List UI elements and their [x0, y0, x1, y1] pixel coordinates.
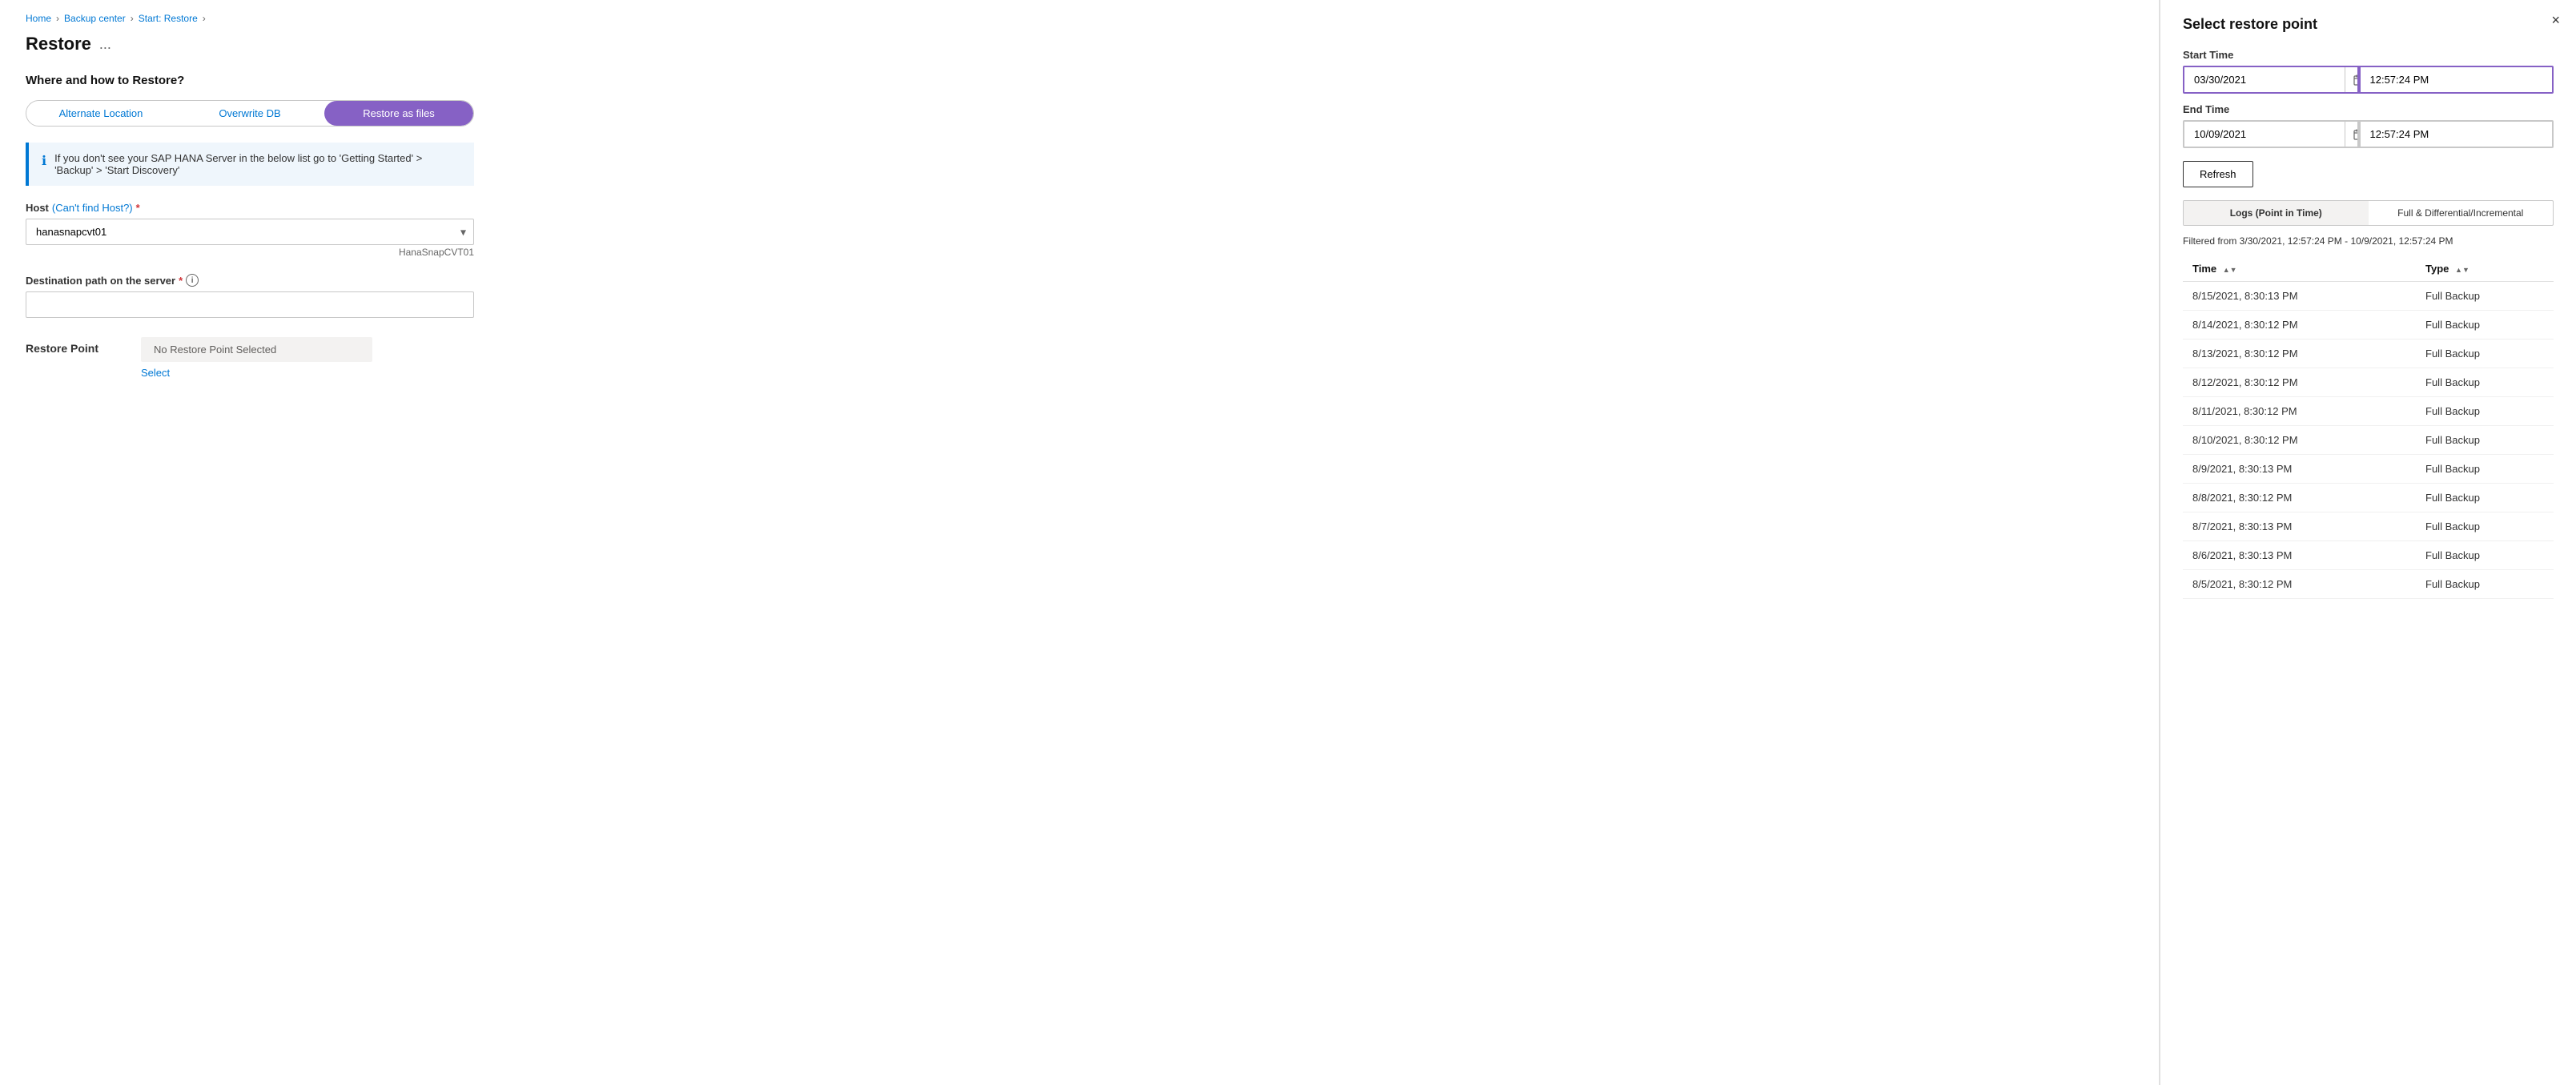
destination-field-group: Destination path on the server * i — [26, 274, 474, 318]
table-row[interactable]: 8/10/2021, 8:30:12 PMFull Backup — [2183, 426, 2554, 455]
row-type: Full Backup — [2416, 484, 2554, 512]
restore-point-display: No Restore Point Selected — [141, 337, 372, 362]
end-time-label: End Time — [2183, 103, 2554, 115]
table-row[interactable]: 8/7/2021, 8:30:13 PMFull Backup — [2183, 512, 2554, 541]
row-time: 8/9/2021, 8:30:13 PM — [2183, 455, 2416, 484]
start-date-wrapper — [2183, 66, 2359, 94]
breadcrumb-start-restore[interactable]: Start: Restore — [139, 13, 198, 24]
start-time-input[interactable] — [2359, 66, 2554, 94]
breadcrumb: Home › Backup center › Start: Restore › — [26, 13, 2133, 24]
restore-point-label: Restore Point — [26, 337, 122, 355]
end-date-input[interactable] — [2184, 122, 2345, 147]
table-header-row: Time ▲▼ Type ▲▼ — [2183, 256, 2554, 282]
row-time: 8/8/2021, 8:30:12 PM — [2183, 484, 2416, 512]
table-row[interactable]: 8/14/2021, 8:30:12 PMFull Backup — [2183, 311, 2554, 340]
tab-overwrite-db[interactable]: Overwrite DB — [175, 101, 324, 126]
end-time-row: End Time — [2183, 103, 2554, 148]
table-row[interactable]: 8/9/2021, 8:30:13 PMFull Backup — [2183, 455, 2554, 484]
right-panel-title: Select restore point — [2183, 16, 2554, 33]
row-time: 8/7/2021, 8:30:13 PM — [2183, 512, 2416, 541]
cant-find-host-link[interactable]: (Can't find Host?) — [52, 202, 133, 214]
table-row[interactable]: 8/11/2021, 8:30:12 PMFull Backup — [2183, 397, 2554, 426]
row-type: Full Backup — [2416, 340, 2554, 368]
refresh-button[interactable]: Refresh — [2183, 161, 2253, 187]
end-calendar-icon[interactable] — [2345, 122, 2359, 147]
destination-field-label: Destination path on the server * i — [26, 274, 474, 287]
table-row[interactable]: 8/15/2021, 8:30:13 PMFull Backup — [2183, 282, 2554, 311]
breadcrumb-backup-center[interactable]: Backup center — [64, 13, 126, 24]
row-type: Full Backup — [2416, 311, 2554, 340]
table-row[interactable]: 8/8/2021, 8:30:12 PMFull Backup — [2183, 484, 2554, 512]
row-type: Full Backup — [2416, 512, 2554, 541]
row-type: Full Backup — [2416, 426, 2554, 455]
time-fields: Start Time End Time — [2183, 49, 2554, 148]
right-panel: Select restore point × Start Time — [2160, 0, 2576, 1085]
info-box: ℹ If you don't see your SAP HANA Server … — [26, 143, 474, 186]
restore-point-value: No Restore Point Selected Select — [141, 337, 372, 379]
row-type: Full Backup — [2416, 282, 2554, 311]
filter-text: Filtered from 3/30/2021, 12:57:24 PM - 1… — [2183, 235, 2554, 247]
row-time: 8/10/2021, 8:30:12 PM — [2183, 426, 2416, 455]
table-row[interactable]: 8/5/2021, 8:30:12 PMFull Backup — [2183, 570, 2554, 599]
row-time: 8/13/2021, 8:30:12 PM — [2183, 340, 2416, 368]
start-date-input[interactable] — [2184, 67, 2345, 92]
table-row[interactable]: 8/6/2021, 8:30:13 PMFull Backup — [2183, 541, 2554, 570]
restore-points-table: Time ▲▼ Type ▲▼ 8/15/2021, 8:30:13 PMFul… — [2183, 256, 2554, 599]
row-time: 8/12/2021, 8:30:12 PM — [2183, 368, 2416, 397]
page-title: Restore — [26, 34, 91, 54]
section-title: Where and how to Restore? — [26, 74, 2133, 87]
start-time-inputs — [2183, 66, 2554, 94]
time-sort-icon: ▲▼ — [2223, 266, 2237, 274]
start-time-row: Start Time — [2183, 49, 2554, 94]
type-sort-icon: ▲▼ — [2455, 266, 2470, 274]
end-date-wrapper — [2183, 120, 2359, 148]
end-time-input[interactable] — [2359, 120, 2554, 148]
row-time: 8/11/2021, 8:30:12 PM — [2183, 397, 2416, 426]
host-required-star: * — [136, 202, 140, 214]
row-type: Full Backup — [2416, 455, 2554, 484]
destination-info-icon[interactable]: i — [186, 274, 199, 287]
close-button[interactable]: × — [2551, 13, 2560, 27]
row-time: 8/14/2021, 8:30:12 PM — [2183, 311, 2416, 340]
end-time-inputs — [2183, 120, 2554, 148]
row-type: Full Backup — [2416, 570, 2554, 599]
host-select-wrapper: hanasnapcvt01 ▾ — [26, 219, 474, 245]
info-icon: ℹ — [42, 153, 46, 176]
restore-point-section: Restore Point No Restore Point Selected … — [26, 337, 2133, 379]
left-panel: Home › Backup center › Start: Restore › … — [0, 0, 2160, 1085]
host-select[interactable]: hanasnapcvt01 — [26, 219, 474, 245]
tab-restore-as-files[interactable]: Restore as files — [324, 101, 473, 126]
col-type[interactable]: Type ▲▼ — [2416, 256, 2554, 282]
host-field-group: Host (Can't find Host?) * hanasnapcvt01 … — [26, 202, 474, 258]
tab-alternate-location[interactable]: Alternate Location — [26, 101, 175, 126]
more-options-button[interactable]: ... — [99, 36, 111, 53]
start-calendar-icon[interactable] — [2345, 67, 2359, 92]
host-field-label: Host (Can't find Host?) * — [26, 202, 474, 214]
row-time: 8/5/2021, 8:30:12 PM — [2183, 570, 2416, 599]
info-box-text: If you don't see your SAP HANA Server in… — [54, 152, 461, 176]
destination-input[interactable] — [26, 291, 474, 318]
row-time: 8/15/2021, 8:30:13 PM — [2183, 282, 2416, 311]
restore-point-select-link[interactable]: Select — [141, 367, 372, 379]
restore-point-type-tabs: Logs (Point in Time) Full & Differential… — [2183, 200, 2554, 226]
tab-logs-point-in-time[interactable]: Logs (Point in Time) — [2184, 201, 2369, 225]
row-type: Full Backup — [2416, 368, 2554, 397]
breadcrumb-home[interactable]: Home — [26, 13, 51, 24]
restore-type-tabs: Alternate Location Overwrite DB Restore … — [26, 100, 474, 127]
page-title-row: Restore ... — [26, 34, 2133, 54]
table-row[interactable]: 8/13/2021, 8:30:12 PMFull Backup — [2183, 340, 2554, 368]
host-hint: HanaSnapCVT01 — [26, 247, 474, 258]
col-time[interactable]: Time ▲▼ — [2183, 256, 2416, 282]
row-type: Full Backup — [2416, 397, 2554, 426]
start-time-label: Start Time — [2183, 49, 2554, 61]
row-time: 8/6/2021, 8:30:13 PM — [2183, 541, 2416, 570]
row-type: Full Backup — [2416, 541, 2554, 570]
tab-full-differential[interactable]: Full & Differential/Incremental — [2369, 201, 2554, 225]
table-row[interactable]: 8/12/2021, 8:30:12 PMFull Backup — [2183, 368, 2554, 397]
destination-required-star: * — [179, 275, 183, 287]
